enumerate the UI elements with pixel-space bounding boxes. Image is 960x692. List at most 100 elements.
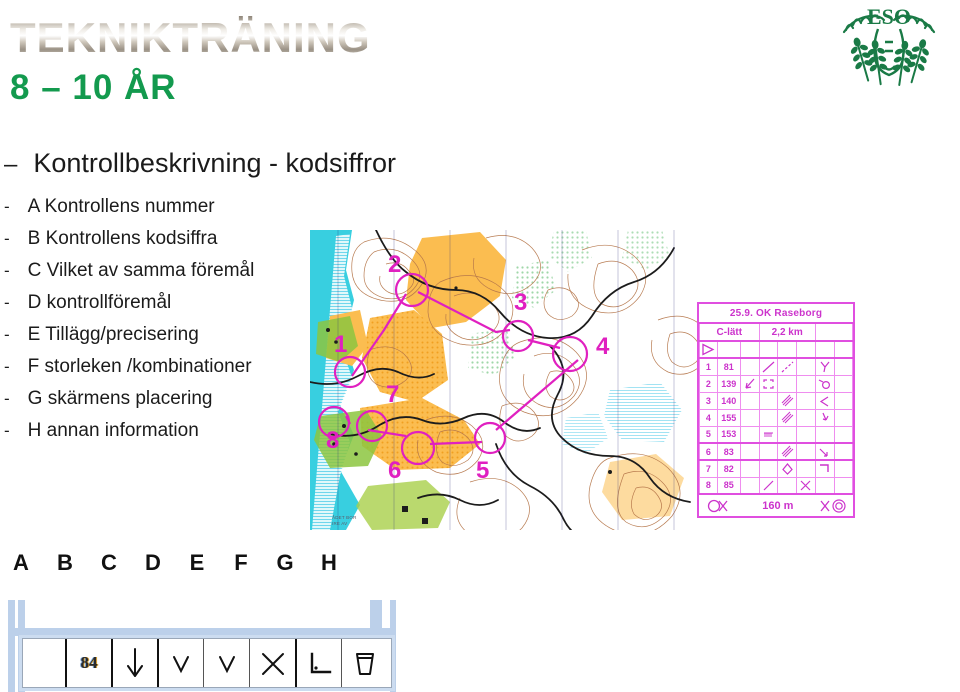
symbol-cell-vee-2[interactable] <box>203 639 249 687</box>
arrow-sw-icon <box>745 378 755 389</box>
cell-c <box>739 374 760 393</box>
cell-g <box>814 442 835 461</box>
cell-h <box>833 425 854 444</box>
window-frame-bar <box>8 600 15 692</box>
cell-c <box>739 459 760 478</box>
control-description-card: 25.9. OK Raseborg C-lätt 2,2 km 1 81 2 1… <box>697 302 855 518</box>
map-control-number: 2 <box>388 251 401 278</box>
column-letter-c: C <box>101 550 117 575</box>
cell-blank <box>739 340 760 359</box>
control-code: 85 <box>716 476 741 495</box>
cell-d <box>758 374 779 393</box>
map-control-number: 1 <box>334 331 347 358</box>
cell-d <box>758 476 779 495</box>
symbol-cell-code[interactable]: 84 <box>65 639 111 687</box>
cell-e <box>777 442 798 461</box>
cell-h <box>833 408 854 427</box>
cell-e <box>777 374 798 393</box>
cell-h <box>833 391 854 410</box>
control-code: 81 <box>716 357 741 376</box>
map-control-number: 8 <box>326 427 339 454</box>
course-length: 2,2 km <box>758 322 816 342</box>
cell-f <box>796 459 816 478</box>
map-credit: ÅDET BOR IRE AV <box>332 515 357 526</box>
square-brackets-icon <box>763 378 774 389</box>
cell-d <box>758 442 779 461</box>
control-number: 5 <box>699 425 718 444</box>
map-control-number: 3 <box>514 289 527 316</box>
symbol-strip-window: 84 <box>0 600 420 692</box>
slope-line-icon <box>763 480 774 491</box>
course-name: C-lätt <box>699 322 760 342</box>
cell-g <box>814 391 835 410</box>
logo-wordmark: ESO <box>867 4 911 29</box>
finish-left-cell <box>699 493 741 516</box>
symbol-code-text: 84 <box>80 653 98 672</box>
cell-h <box>833 374 854 393</box>
control-code: 140 <box>716 391 741 410</box>
hatched-bar-icon <box>781 445 794 457</box>
cell-g <box>814 374 835 393</box>
vee-icon <box>218 656 235 674</box>
table-row: 4 155 <box>699 408 854 427</box>
control-code: 82 <box>716 459 741 478</box>
map-control-number: 7 <box>386 381 399 408</box>
cell-h <box>833 442 854 461</box>
section-heading: Kontrollbeskrivning - kodsiffror <box>33 148 397 178</box>
symbol-cell-vee-1[interactable] <box>157 639 203 687</box>
cell-h <box>833 476 854 495</box>
symbol-cell-corner[interactable] <box>295 639 341 687</box>
column-letter-e: E <box>189 550 205 575</box>
column-letter-b: B <box>57 550 73 575</box>
control-number: 6 <box>699 442 718 461</box>
slide-root: TEKNIKTRÄNING 8 – 10 ÅR ESO – Kontrollbe… <box>0 0 960 692</box>
event-title: 25.9. OK Raseborg <box>699 304 853 324</box>
orienteering-map: 1 2 3 4 5 6 7 8 ÅDET BOR IRE AV <box>310 230 710 530</box>
table-row: 8 85 <box>699 476 854 495</box>
run-in-icon <box>707 499 728 512</box>
finish-icon <box>820 498 846 513</box>
control-description-table: 25.9. OK Raseborg C-lätt 2,2 km 1 81 2 1… <box>699 304 854 516</box>
column-letter-a: A <box>13 550 29 575</box>
table-row-meta: C-lätt 2,2 km <box>699 322 854 342</box>
symbol-cell-down-arrow[interactable] <box>111 639 157 687</box>
cell-h <box>833 357 854 376</box>
control-number: 4 <box>699 408 718 427</box>
bent-arrow-icon <box>822 412 829 421</box>
table-row: 1 81 <box>699 357 854 376</box>
column-letter-h: H <box>321 550 337 575</box>
bullet-text: H annan information <box>27 420 199 441</box>
symbol-cell-cross[interactable] <box>249 639 295 687</box>
cell-blank <box>777 340 798 359</box>
cross-icon <box>261 653 284 675</box>
cell-c <box>739 391 760 410</box>
hatched-bar-icon <box>781 411 794 423</box>
bullet-text: C Vilket av samma föremål <box>27 260 255 281</box>
map-credit-line-2: IRE AV <box>332 520 348 526</box>
finish-right-cell <box>815 493 853 516</box>
bullet-dash: - <box>4 293 10 312</box>
comb-symbol-icon <box>763 432 773 438</box>
slope-line-icon <box>762 361 775 373</box>
cell-d <box>758 425 779 444</box>
map-control-number: 4 <box>596 333 610 360</box>
cell-d <box>758 408 779 427</box>
symbol-row-toolbar[interactable]: 84 <box>19 635 395 691</box>
cell-g <box>814 425 835 444</box>
cell-f <box>796 442 816 461</box>
control-code: 153 <box>716 425 741 444</box>
cell-d <box>758 357 779 376</box>
column-letters-row: A B C D E F G H <box>12 550 338 576</box>
window-frame-bar <box>370 600 382 634</box>
angle-left-icon <box>820 395 829 407</box>
bullet-text: E Tillägg/precisering <box>27 324 199 345</box>
map-control-number: 5 <box>476 457 489 484</box>
meta-blank-cell <box>814 322 854 342</box>
bullet-dash: - <box>4 357 10 376</box>
table-row: 5 153 <box>699 425 854 444</box>
cell-blank <box>796 340 816 359</box>
eso-club-logo: ESO <box>830 2 948 88</box>
control-code: 155 <box>716 408 741 427</box>
cell-f <box>796 408 816 427</box>
symbol-cell-trough[interactable] <box>341 639 387 687</box>
